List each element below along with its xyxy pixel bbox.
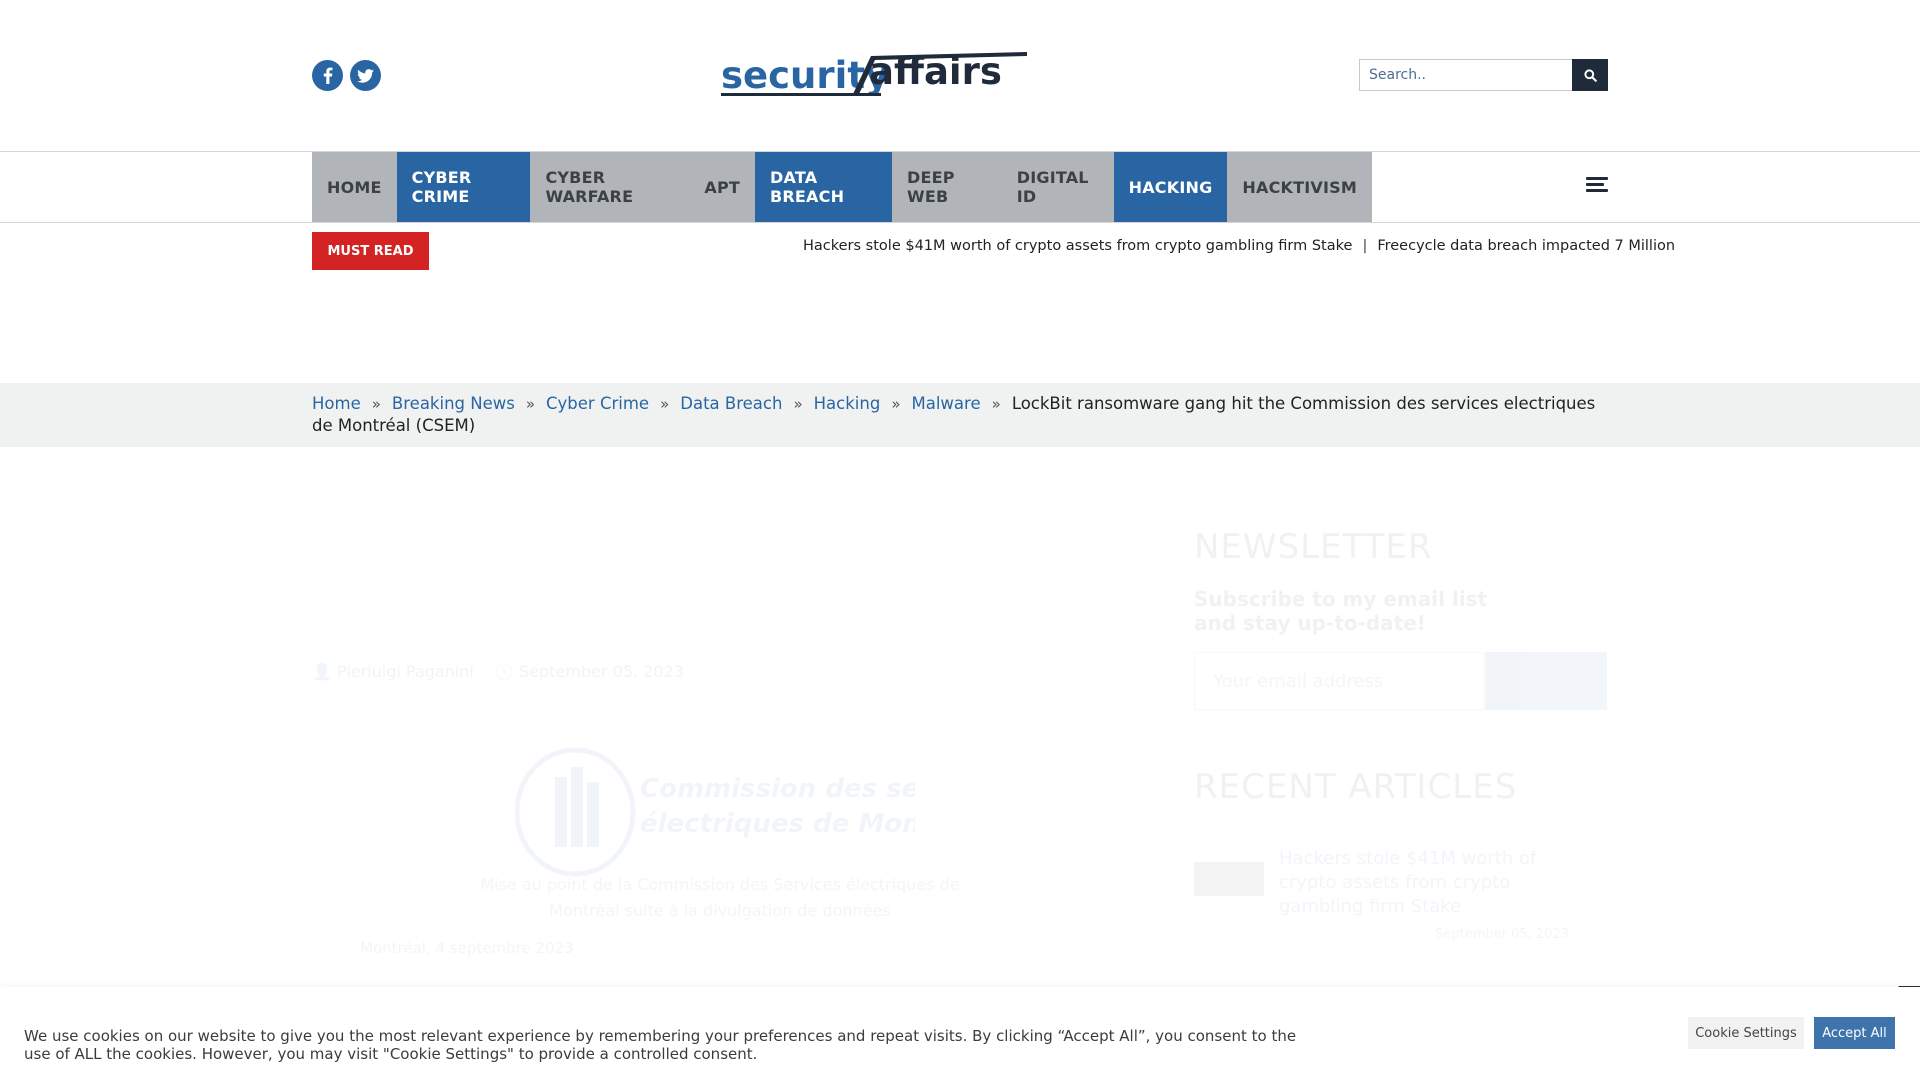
nav-item-digital-id[interactable]: DIGITAL ID [1002, 152, 1114, 222]
chevron-double-right-icon: » [660, 395, 670, 413]
article-date: September 05, 2023 [519, 662, 684, 681]
chevron-double-right-icon: » [991, 395, 1001, 413]
author-icon: 👤 [312, 662, 338, 681]
news-ticker: Hackers stole $41M worth of crypto asset… [803, 238, 1675, 254]
nav-item-home[interactable]: HOME [312, 152, 397, 222]
recent-article-title[interactable]: Hackers stole $41M worth of crypto asset… [1279, 847, 1569, 919]
breadcrumb-breaking-news[interactable]: Breaking News [392, 394, 515, 413]
csem-logo-image: Commission des services électriques de M… [515, 747, 915, 877]
newsletter-email-input[interactable]: Your email address [1194, 652, 1484, 710]
nav-item-hacktivism[interactable]: HACKTIVISM [1227, 152, 1372, 222]
nav-item-deep-web[interactable]: DEEP WEB [892, 152, 1002, 222]
search-button[interactable] [1572, 59, 1608, 91]
nav-item-data-breach[interactable]: DATA BREACH [755, 152, 892, 222]
recent-article-thumbnail[interactable] [1194, 862, 1264, 896]
search-icon [1583, 68, 1597, 82]
hamburger-menu-icon[interactable] [1586, 177, 1608, 195]
twitter-icon[interactable] [350, 60, 381, 91]
cookie-consent-text: We use cookies on our website to give yo… [24, 1027, 1297, 1063]
chevron-double-right-icon: » [525, 395, 536, 413]
social-links [312, 60, 381, 91]
breadcrumb-bar: Home » Breaking News » Cyber Crime » Data Brea… [0, 383, 1920, 447]
csem-logo-line2: électriques de Montréal [640, 809, 915, 839]
ticker-item[interactable]: Freecycle data breach impacted 7 Million [1377, 238, 1675, 254]
cookie-consent-banner: We use cookies on our website to give yo… [0, 987, 1920, 1080]
nav-item-cyber-crime[interactable]: CYBER CRIME [396, 152, 531, 222]
facebook-icon[interactable] [312, 60, 343, 91]
search-form [1359, 59, 1608, 91]
newsletter-title: NEWSLETTER [1194, 527, 1433, 567]
image-caption: Mise au point de la Commission des Servi… [480, 875, 960, 920]
chevron-double-right-icon: » [891, 395, 901, 413]
breadcrumb-cyber-crime[interactable]: Cyber Crime [546, 394, 649, 413]
logo-underline [721, 93, 881, 96]
search-input[interactable] [1359, 59, 1572, 91]
breadcrumb-malware[interactable]: Malware [912, 394, 981, 413]
ticker-item[interactable]: Hackers stole $41M worth of crypto asset… [803, 238, 1352, 254]
recent-article-date: September 05, 2023 [1435, 927, 1569, 942]
article-content-faded: 👤 Pierluigi Paganini 🕓 September 05, 202… [0, 447, 1920, 987]
cookie-settings-button[interactable]: Cookie Settings [1688, 1017, 1804, 1049]
newsletter-subtitle: Subscribe to my email list and stay up-t… [1194, 587, 1488, 635]
recent-articles-title: RECENT ARTICLES [1194, 767, 1518, 807]
main-nav: HOME CYBER CRIME CYBER WARFARE APT DATA … [312, 152, 1372, 222]
security-affairs-logo[interactable]: security affairs [721, 48, 1027, 98]
nav-item-hacking[interactable]: HACKING [1113, 152, 1228, 222]
newsletter-subscribe-button[interactable] [1485, 652, 1607, 710]
recent-article-meta: September 05, 2023 [1279, 927, 1569, 942]
article-author[interactable]: Pierluigi Paganini [337, 662, 474, 681]
breadcrumb: Home » Breaking News » Cyber Crime » Data Brea… [312, 393, 1608, 437]
chevron-double-right-icon: » [793, 395, 803, 413]
site-header: security affairs [0, 0, 1920, 151]
breadcrumb-home[interactable]: Home [312, 394, 361, 413]
nav-item-apt[interactable]: APT [689, 152, 755, 222]
nav-item-cyber-warfare[interactable]: CYBER WARFARE [530, 152, 689, 222]
clock-icon: 🕓 [494, 662, 520, 681]
accept-all-button[interactable]: Accept All [1814, 1017, 1895, 1049]
main-navbar: HOME CYBER CRIME CYBER WARFARE APT DATA … [0, 151, 1920, 223]
article-body-date: Montréal, 4 septembre 2023 [360, 939, 574, 957]
csem-logo-line1: Commission des services [640, 774, 915, 804]
article-meta: 👤 Pierluigi Paganini 🕓 September 05, 202… [312, 662, 684, 681]
chevron-double-right-icon: » [371, 395, 381, 413]
must-read-badge: MUST READ [312, 232, 429, 270]
ticker-separator: | [1362, 238, 1368, 254]
breadcrumb-data-breach[interactable]: Data Breach [680, 394, 782, 413]
breadcrumb-hacking[interactable]: Hacking [814, 394, 881, 413]
